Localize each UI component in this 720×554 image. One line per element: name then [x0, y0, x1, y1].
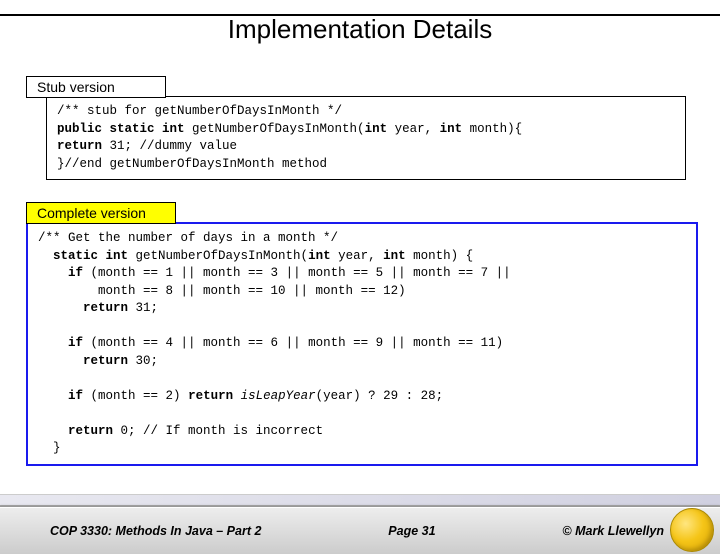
code-text: 0; // If month is incorrect: [113, 424, 323, 438]
code-keyword: int: [383, 249, 406, 263]
complete-code-box: /** Get the number of days in a month */…: [26, 222, 698, 466]
code-keyword: return: [83, 301, 128, 315]
code-keyword: if: [68, 266, 83, 280]
code-text: 31; //dummy value: [102, 139, 237, 153]
code-keyword: return: [68, 424, 113, 438]
code-line: /** Get the number of days in a month */: [38, 231, 338, 245]
code-text: getNumberOfDaysInMonth(: [185, 122, 365, 136]
code-text: (month == 2): [83, 389, 188, 403]
top-border: [0, 14, 720, 16]
code-text: (month == 1 || month == 3 || month == 5 …: [83, 266, 511, 280]
stub-version-label: Stub version: [26, 76, 166, 98]
code-keyword: return: [57, 139, 102, 153]
code-text: 31;: [128, 301, 158, 315]
code-line: }//end getNumberOfDaysInMonth method: [57, 157, 327, 171]
code-line: /** stub for getNumberOfDaysInMonth */: [57, 104, 342, 118]
code-keyword: int: [365, 122, 388, 136]
code-keyword: return: [188, 389, 233, 403]
slide-title: Implementation Details: [0, 14, 720, 45]
code-keyword: int: [440, 122, 463, 136]
code-text: month){: [462, 122, 522, 136]
logo-circle-icon: [670, 508, 714, 552]
code-keyword: return: [83, 354, 128, 368]
code-keyword: public static int: [57, 122, 185, 136]
code-text: }: [53, 441, 61, 455]
code-text: year,: [387, 122, 440, 136]
ucf-logo: [670, 508, 714, 552]
code-text: month == 8 || month == 10 || month == 12…: [68, 284, 406, 298]
code-keyword: static int: [53, 249, 128, 263]
footer-course: COP 3330: Methods In Java – Part 2: [50, 524, 261, 538]
slide-footer: COP 3330: Methods In Java – Part 2 Page …: [0, 506, 720, 554]
code-text: getNumberOfDaysInMonth(: [128, 249, 308, 263]
footer-page: Page 31: [388, 524, 435, 538]
code-text: isLeapYear: [233, 389, 316, 403]
code-text: month) {: [406, 249, 474, 263]
code-keyword: if: [68, 336, 83, 350]
code-keyword: if: [68, 389, 83, 403]
footer-copyright: © Mark Llewellyn: [562, 524, 664, 538]
stub-code-box: /** stub for getNumberOfDaysInMonth */ p…: [46, 96, 686, 180]
code-keyword: int: [308, 249, 331, 263]
code-text: (month == 4 || month == 6 || month == 9 …: [83, 336, 503, 350]
code-text: (year) ? 29 : 28;: [316, 389, 444, 403]
complete-version-label: Complete version: [26, 202, 176, 224]
code-text: 30;: [128, 354, 158, 368]
code-text: year,: [331, 249, 384, 263]
footer-divider: [0, 494, 720, 506]
